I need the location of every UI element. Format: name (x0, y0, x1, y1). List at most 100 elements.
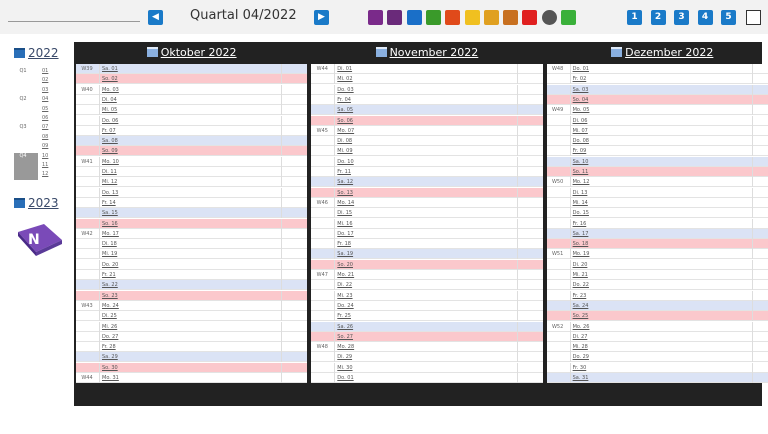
day-row[interactable]: Fr. 14 (76, 197, 308, 208)
day-label[interactable]: Fr. 04 (337, 95, 351, 105)
day-label[interactable]: Sa. 26 (337, 322, 353, 332)
day-row[interactable]: Mi. 09 (311, 146, 543, 157)
day-row[interactable]: Sa. 22 (76, 280, 308, 291)
day-label[interactable]: So. 09 (102, 146, 118, 156)
day-label[interactable]: Mo. 31 (102, 373, 119, 383)
day-label[interactable]: Mi. 19 (102, 249, 117, 259)
day-label[interactable]: Di. 22 (337, 280, 352, 290)
day-row[interactable]: W45 Mo. 07 (311, 125, 543, 136)
day-row[interactable]: Do. 22 (546, 280, 768, 291)
day-row[interactable]: W44 Di. 01 (311, 64, 543, 74)
day-row[interactable]: Sa. 31 (546, 373, 768, 383)
day-label[interactable]: Di. 08 (337, 136, 352, 146)
day-label[interactable]: Sa. 22 (102, 280, 118, 290)
day-label[interactable]: Do. 22 (573, 280, 589, 290)
day-label[interactable]: Mo. 07 (337, 126, 354, 136)
day-label[interactable]: Sa. 19 (337, 249, 353, 259)
day-label[interactable]: Do. 06 (102, 116, 118, 126)
day-row[interactable]: W47 Mo. 21 (311, 270, 543, 280)
day-label[interactable]: Do. 01 (337, 373, 353, 383)
day-label[interactable]: So. 04 (573, 95, 589, 105)
day-row[interactable]: Di. 22 (311, 280, 543, 291)
day-row[interactable]: Fr. 11 (311, 167, 543, 177)
day-label[interactable]: Do. 03 (337, 85, 353, 95)
day-label[interactable]: Sa. 17 (573, 229, 589, 239)
green-book-icon[interactable] (425, 10, 441, 25)
book-icon[interactable] (387, 10, 403, 25)
day-label[interactable]: Fr. 25 (337, 311, 351, 321)
day-row[interactable]: Do. 13 (76, 187, 308, 198)
selected-quarter-cell[interactable] (14, 162, 38, 171)
day-row[interactable]: Mi. 16 (311, 218, 543, 229)
day-label[interactable]: Fr. 21 (102, 270, 116, 280)
day-row[interactable]: Di. 18 (76, 239, 308, 250)
day-label[interactable]: Di. 13 (573, 188, 588, 198)
day-label[interactable]: Do. 29 (573, 352, 589, 362)
next-quarter-button[interactable]: ▶ (314, 10, 329, 25)
day-label[interactable]: Mi. 05 (102, 105, 117, 115)
day-label[interactable]: Do. 01 (573, 64, 589, 74)
blue-book-icon[interactable] (406, 10, 422, 25)
day-label[interactable]: So. 13 (337, 188, 353, 198)
day-row[interactable]: Fr. 21 (76, 270, 308, 280)
day-label[interactable]: Do. 13 (102, 188, 118, 198)
day-row[interactable]: So. 20 (311, 259, 543, 270)
day-label[interactable]: So. 18 (573, 239, 589, 249)
day-label[interactable]: So. 16 (102, 219, 118, 229)
day-row[interactable]: Di. 08 (311, 136, 543, 147)
day-label[interactable]: Di. 29 (337, 352, 352, 362)
day-row[interactable]: Di. 06 (546, 115, 768, 126)
day-row[interactable]: W42 Mo. 17 (76, 228, 308, 239)
day-label[interactable]: Fr. 07 (102, 126, 116, 136)
view-1-button[interactable]: 1 (627, 10, 642, 25)
view-5-button[interactable]: 5 (721, 10, 736, 25)
day-row[interactable]: So. 02 (76, 74, 308, 85)
day-label[interactable]: Sa. 08 (102, 136, 118, 146)
day-row[interactable]: Fr. 16 (546, 218, 768, 229)
day-label[interactable]: So. 02 (102, 74, 118, 84)
day-row[interactable]: Fr. 02 (546, 74, 768, 85)
month-link[interactable]: 02 (42, 77, 48, 83)
day-row[interactable]: W52 Mo. 26 (546, 321, 768, 332)
day-row[interactable]: W39 Sa. 01 (76, 64, 308, 74)
day-row[interactable]: Mi. 12 (76, 177, 308, 188)
day-label[interactable]: Mo. 28 (337, 342, 354, 352)
day-label[interactable]: Fr. 28 (102, 342, 116, 352)
day-row[interactable]: Mi. 02 (311, 74, 543, 85)
day-row[interactable]: Do. 29 (546, 352, 768, 363)
month-link[interactable]: 10 (42, 153, 48, 159)
month-link[interactable]: 01 (42, 68, 48, 74)
day-row[interactable]: Do. 06 (76, 115, 308, 126)
quarter-label[interactable]: Q1 (14, 68, 32, 74)
day-row[interactable]: W51 Mo. 19 (546, 249, 768, 260)
day-label[interactable]: Do. 17 (337, 229, 353, 239)
day-row[interactable]: Di. 04 (76, 94, 308, 105)
month-link[interactable]: 11 (42, 162, 48, 168)
open-book-icon[interactable] (746, 10, 761, 25)
month-title[interactable]: November 2022 (309, 42, 544, 62)
day-label[interactable]: So. 11 (573, 167, 589, 177)
month-link[interactable]: 05 (42, 106, 48, 112)
day-label[interactable]: So. 27 (337, 332, 353, 342)
day-row[interactable]: Sa. 05 (311, 105, 543, 116)
day-row[interactable]: Do. 10 (311, 156, 543, 167)
day-label[interactable]: Do. 24 (337, 301, 353, 311)
year-2022-link[interactable]: 2022 (14, 46, 59, 60)
day-label[interactable]: Mi. 28 (573, 342, 588, 352)
day-label[interactable]: Mi. 07 (573, 126, 588, 136)
day-label[interactable]: Mi. 12 (102, 177, 117, 187)
day-row[interactable]: Sa. 17 (546, 228, 768, 239)
day-label[interactable]: So. 25 (573, 311, 589, 321)
day-label[interactable]: Fr. 30 (573, 363, 587, 373)
day-row[interactable]: So. 04 (546, 94, 768, 105)
day-label[interactable]: Fr. 23 (573, 291, 587, 301)
day-label[interactable]: Do. 10 (337, 157, 353, 167)
month-link[interactable]: 06 (42, 115, 48, 121)
day-row[interactable]: Di. 25 (76, 311, 308, 322)
selected-quarter-cell[interactable] (14, 171, 38, 181)
day-row[interactable]: Fr. 28 (76, 342, 308, 353)
day-label[interactable]: Mo. 24 (102, 301, 119, 311)
bell-icon[interactable] (522, 10, 538, 25)
day-row[interactable]: Fr. 25 (311, 311, 543, 322)
day-label[interactable]: So. 20 (337, 260, 353, 270)
